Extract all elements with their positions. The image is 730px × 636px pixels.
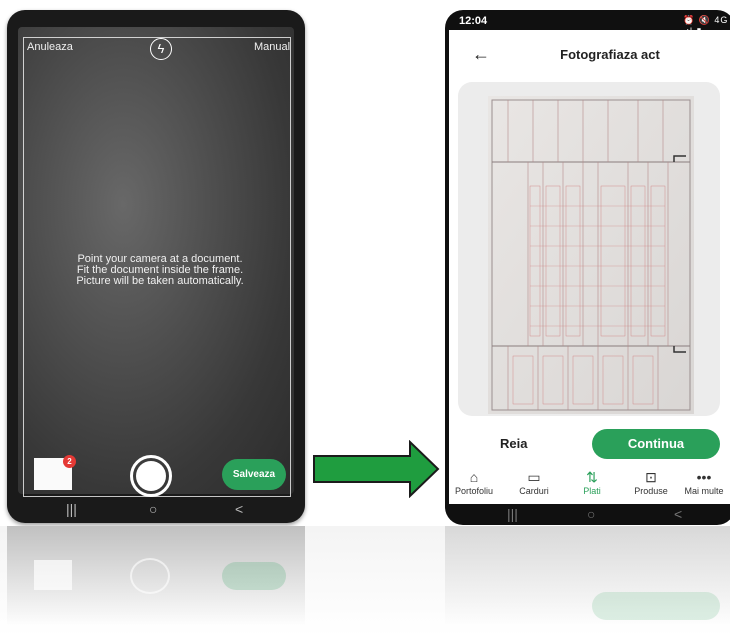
- system-nav-bar: ||| ○ <: [18, 497, 294, 523]
- photo-count-badge: 2: [63, 455, 76, 468]
- save-button[interactable]: Salveaza: [222, 459, 286, 490]
- more-icon: •••: [696, 469, 712, 485]
- manual-button[interactable]: Manual: [254, 41, 290, 53]
- arrow-right-icon: [313, 440, 440, 498]
- recent-apps-button[interactable]: |||: [66, 501, 77, 517]
- tab-label: Carduri: [519, 486, 549, 496]
- back-nav-button[interactable]: <: [235, 501, 243, 517]
- document-photo: [488, 96, 694, 414]
- tab-carduri[interactable]: ▭ Carduri: [506, 468, 562, 496]
- cancel-button[interactable]: Anuleaza: [27, 41, 73, 53]
- transfer-icon: ⇅: [586, 469, 598, 485]
- page-title: Fotografiaza act: [560, 47, 660, 62]
- lightning-icon[interactable]: ϟ: [150, 38, 172, 60]
- card-icon: ▭: [527, 469, 541, 485]
- continue-button[interactable]: Continua: [592, 429, 720, 459]
- tab-produse[interactable]: ⊡ Produse: [623, 468, 679, 496]
- status-icons: ⏰ 🔇 4G .ıl ▮: [683, 15, 729, 36]
- tab-label: Mai multe: [684, 486, 724, 496]
- status-time: 12:04: [459, 15, 488, 27]
- arrow-left-icon[interactable]: ←: [472, 44, 490, 65]
- back-nav-button[interactable]: <: [674, 506, 682, 522]
- retake-button[interactable]: Reia: [500, 436, 527, 451]
- home-button[interactable]: ○: [149, 501, 157, 517]
- tab-label: Produse: [634, 486, 668, 496]
- home-icon: ⌂: [469, 469, 479, 485]
- shutter-button[interactable]: [130, 455, 172, 497]
- tab-portofoliu[interactable]: ⌂ Portofoliu: [446, 468, 502, 496]
- thumbnail-reflection: [34, 560, 72, 590]
- continue-button-reflection: [592, 592, 720, 620]
- camera-instructions: Point your camera at a document. Fit the…: [40, 254, 280, 287]
- home-button[interactable]: ○: [587, 506, 595, 522]
- tab-mai-multe[interactable]: ••• Mai multe: [676, 468, 730, 496]
- tab-plati[interactable]: ⇅ Plati: [564, 468, 620, 496]
- recent-apps-button[interactable]: |||: [507, 506, 518, 522]
- tab-label: Portofoliu: [454, 486, 494, 496]
- save-button-reflection: [222, 562, 286, 590]
- tab-label: Plati: [583, 486, 601, 496]
- instruction-line: Picture will be taken automatically.: [76, 275, 244, 287]
- shutter-reflection: [130, 558, 170, 594]
- bag-icon: ⊡: [645, 469, 657, 485]
- system-nav-bar: ||| ○ <: [449, 504, 730, 524]
